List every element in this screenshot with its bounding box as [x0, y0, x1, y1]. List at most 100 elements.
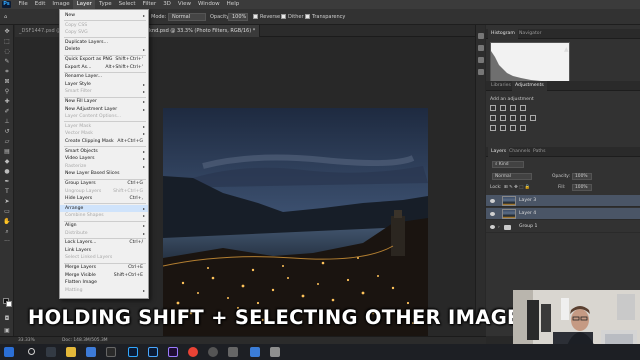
brush-tool-icon[interactable]: ✐: [3, 108, 11, 115]
home-icon[interactable]: ⌂: [4, 13, 7, 21]
gradient-tool-icon[interactable]: ▤: [3, 148, 11, 155]
layer-menu-item[interactable]: Lock Layers... Ctrl+/: [60, 239, 148, 247]
threshold-icon[interactable]: [510, 125, 516, 131]
layer-menu-item[interactable]: New ▸: [60, 12, 148, 20]
eye-icon[interactable]: [490, 199, 495, 203]
tab-paths[interactable]: Paths: [530, 147, 549, 157]
tab-navigator[interactable]: Navigator: [516, 29, 544, 39]
blur-tool-icon[interactable]: ◆: [3, 158, 11, 165]
dodge-tool-icon[interactable]: ●: [3, 168, 11, 175]
layer-menu-item[interactable]: Rename Layer...: [60, 73, 148, 81]
menu-help[interactable]: Help: [223, 0, 243, 9]
menu-layer[interactable]: Layer: [73, 0, 96, 9]
history-panel-icon[interactable]: [478, 33, 484, 39]
menu-window[interactable]: Window: [194, 0, 223, 9]
levels-icon[interactable]: [500, 105, 506, 111]
layer-menu-item[interactable]: New Adjustment Layer ▸: [60, 106, 148, 114]
layers-opacity-field[interactable]: 100%: [572, 173, 592, 180]
reverse-checkbox[interactable]: Reverse: [253, 13, 280, 21]
brightness-contrast-icon[interactable]: [490, 105, 496, 111]
photoshop-taskbar-icon[interactable]: [128, 347, 138, 357]
layer-menu-item[interactable]: Delete ▸: [60, 46, 148, 54]
layer-menu-item[interactable]: New Layer Based Slices: [60, 170, 148, 178]
word-taskbar-icon[interactable]: [250, 347, 260, 357]
healing-brush-tool-icon[interactable]: ✚: [3, 98, 11, 105]
character-panel-icon[interactable]: [478, 69, 484, 75]
tab-adjustments[interactable]: Adjustments: [512, 81, 547, 91]
tab-histogram[interactable]: Histogram: [488, 29, 518, 39]
tab-libraries[interactable]: Libraries: [488, 81, 514, 91]
curves-icon[interactable]: [510, 105, 516, 111]
settings-taskbar-icon[interactable]: [228, 347, 238, 357]
hue-saturation-icon[interactable]: [500, 115, 506, 121]
transparency-checkbox[interactable]: Transparency: [305, 13, 345, 21]
menu-file[interactable]: File: [15, 0, 31, 9]
histogram-warning-icon[interactable]: ▲: [564, 46, 569, 53]
history-brush-tool-icon[interactable]: ↺: [3, 128, 11, 135]
brush-panel-icon[interactable]: [478, 57, 484, 63]
lightroom-taskbar-icon[interactable]: [148, 347, 158, 357]
screen-mode-icon[interactable]: ▣: [3, 327, 11, 334]
canvas-image[interactable]: [163, 108, 428, 338]
layer-menu-item[interactable]: Duplicate Layers...: [60, 39, 148, 47]
path-selection-tool-icon[interactable]: ➤: [3, 198, 11, 205]
properties-panel-icon[interactable]: [478, 45, 484, 51]
quick-select-tool-icon[interactable]: ✎: [3, 58, 11, 65]
tab-active-document[interactable]: knd.psd @ 33.3% (Photo Filters, RGB/16) …: [145, 25, 261, 37]
layer-menu-item[interactable]: New Fill Layer ▸: [60, 98, 148, 106]
marquee-tool-icon[interactable]: ⬚: [3, 38, 11, 45]
vibrance-icon[interactable]: [490, 115, 496, 121]
menu-3d[interactable]: 3D: [160, 0, 175, 9]
app2-taskbar-icon[interactable]: [270, 347, 280, 357]
task-view-icon[interactable]: [46, 347, 56, 357]
windows-start-icon[interactable]: [4, 347, 14, 357]
posterize-icon[interactable]: [500, 125, 506, 131]
layer-menu-item[interactable]: Merge Layers Ctrl+E: [60, 264, 148, 272]
layer-menu-item[interactable]: Flatten Image: [60, 279, 148, 287]
premiere-taskbar-icon[interactable]: [168, 347, 178, 357]
zoom-tool-icon[interactable]: ⌕: [3, 228, 11, 235]
mail-icon[interactable]: [86, 347, 96, 357]
lock-icons[interactable]: ⊞ ✎ ✥ ⬚ 🔒: [504, 185, 530, 190]
layer-menu-item[interactable]: Hide Layers Ctrl+,: [60, 195, 148, 203]
layer-menu-item[interactable]: Video Layers ▸: [60, 155, 148, 163]
photo-filter-icon[interactable]: [530, 115, 536, 121]
black-white-icon[interactable]: [520, 115, 526, 121]
layer-menu-item[interactable]: Align ▸: [60, 222, 148, 230]
chrome-taskbar-icon[interactable]: [188, 347, 198, 357]
layer-menu-item[interactable]: Quick Export as PNG Shift+Ctrl+': [60, 56, 148, 64]
menu-view[interactable]: View: [174, 0, 194, 9]
blend-mode-select[interactable]: Normal: [492, 173, 532, 180]
more-tools-icon[interactable]: ···: [3, 238, 11, 245]
group-expand-chevron-icon[interactable]: ›: [498, 225, 500, 230]
layer-menu-item[interactable]: Layer Style ▸: [60, 81, 148, 89]
frame-tool-icon[interactable]: ⊠: [3, 78, 11, 85]
invert-icon[interactable]: [490, 125, 496, 131]
quick-mask-icon[interactable]: ◘: [3, 315, 11, 322]
hand-tool-icon[interactable]: ✋: [3, 218, 11, 225]
layer-menu-item[interactable]: Smart Objects ▸: [60, 148, 148, 156]
menu-image[interactable]: Image: [49, 0, 73, 9]
menu-filter[interactable]: Filter: [139, 0, 160, 9]
eye-icon[interactable]: [490, 225, 495, 229]
fill-field[interactable]: 100%: [572, 184, 592, 191]
background-color-swatch[interactable]: [6, 301, 12, 307]
layer-menu-item[interactable]: Export As... Alt+Shift+Ctrl+': [60, 64, 148, 72]
app-taskbar-icon[interactable]: [208, 347, 218, 357]
eye-icon[interactable]: [490, 212, 495, 216]
opacity-field[interactable]: 100%: [228, 13, 248, 21]
clone-stamp-tool-icon[interactable]: ⊥: [3, 118, 11, 125]
menu-select[interactable]: Select: [115, 0, 139, 9]
exposure-icon[interactable]: [520, 105, 526, 111]
layer-kind-filter[interactable]: ⌕ Kind: [492, 161, 524, 168]
layer-menu-item[interactable]: Arrange ▸: [60, 204, 148, 213]
pen-tool-icon[interactable]: ✒: [3, 178, 11, 185]
lasso-tool-icon[interactable]: ◌: [3, 48, 11, 55]
move-tool-icon[interactable]: ✥: [3, 28, 11, 35]
color-balance-icon[interactable]: [510, 115, 516, 121]
crop-tool-icon[interactable]: ⌗: [3, 68, 11, 75]
file-explorer-icon[interactable]: [66, 347, 76, 357]
layer-row-layer-4[interactable]: Layer 4: [486, 208, 640, 220]
layer-menu-item[interactable]: Merge Visible Shift+Ctrl+E: [60, 272, 148, 280]
gradient-map-icon[interactable]: [520, 125, 526, 131]
